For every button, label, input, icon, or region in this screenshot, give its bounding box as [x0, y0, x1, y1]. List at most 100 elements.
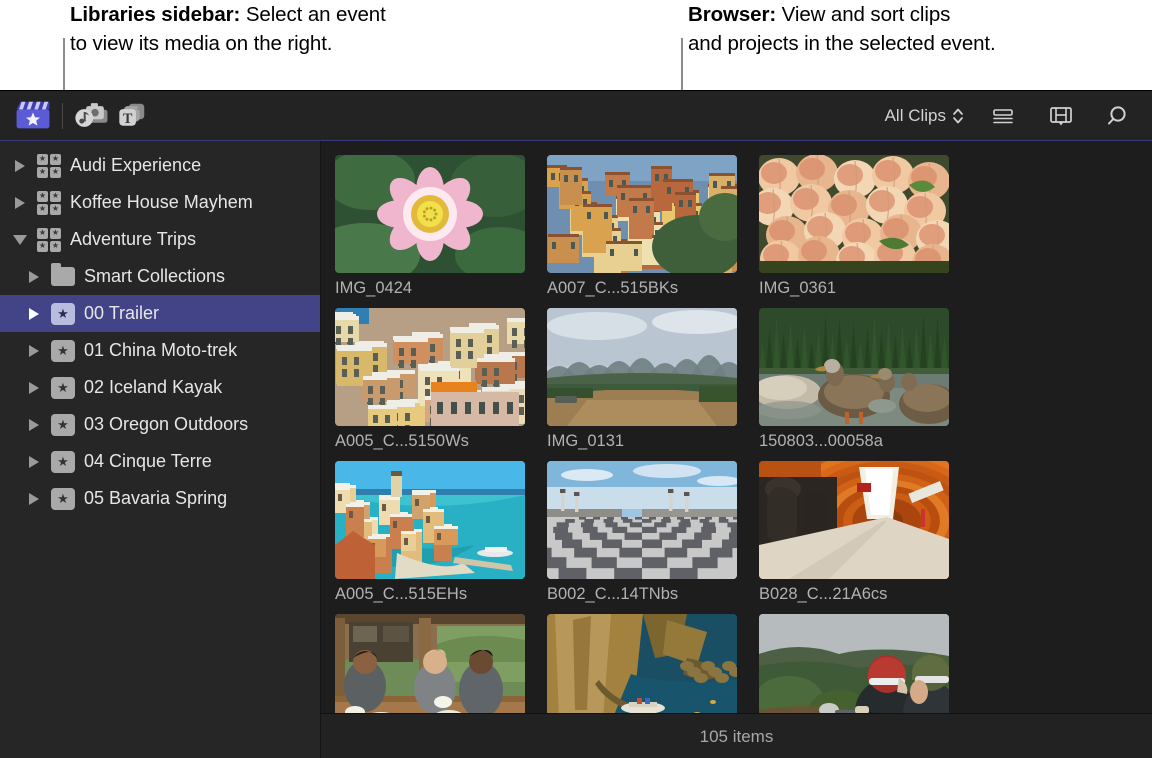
clip-item[interactable]: A005_C...5150Wt: [335, 614, 547, 713]
disclosure-triangle-closed-icon[interactable]: [20, 382, 48, 394]
clip-name-label: A007_C...515BKs: [547, 279, 759, 298]
toolbar-right-group: All Clips: [885, 99, 1138, 133]
event-star-glyph: ★: [51, 340, 75, 362]
clip-item[interactable]: IMG_0131: [547, 308, 759, 451]
clip-thumbnail[interactable]: [547, 614, 737, 713]
final-cut-pro-window: T All Clips: [0, 90, 1152, 758]
event-icon: ★: [48, 340, 78, 362]
clip-name-label: 150803...00058a: [759, 432, 971, 451]
callout-libraries-sidebar-bold: Libraries sidebar:: [70, 3, 240, 26]
clip-item[interactable]: IMG_0361: [759, 155, 971, 298]
clip-filter-popup[interactable]: All Clips: [885, 106, 964, 126]
sidebar-item-label: 01 China Moto-trek: [84, 340, 237, 361]
library-grid-glyph: ★★★★: [37, 154, 61, 178]
disclosure-triangle-closed-icon[interactable]: [20, 456, 48, 468]
titles-and-generators-button[interactable]: T: [111, 99, 149, 133]
leader-line-left: [63, 38, 65, 90]
sidebar-item-adventure-trips[interactable]: ★★★★Adventure Trips: [0, 221, 320, 258]
library-grid-glyph: ★★★★: [37, 191, 61, 215]
sidebar-item-koffee-house-mayhem[interactable]: ★★★★ Koffee House Mayhem: [0, 184, 320, 221]
disclosure-triangle-closed-icon[interactable]: [6, 160, 34, 172]
disclosure-triangle-closed-icon[interactable]: [20, 419, 48, 431]
clip-item[interactable]: A005_C...5150Ws: [335, 308, 547, 451]
filmstrip-view-button[interactable]: [1042, 99, 1080, 133]
clip-item[interactable]: IMG_0892: [759, 614, 971, 713]
sidebar-item-label: Adventure Trips: [70, 229, 196, 250]
disclosure-triangle-closed-icon[interactable]: [20, 493, 48, 505]
disclosure-triangle-closed-icon[interactable]: [6, 197, 34, 209]
library-star-cell: ★: [37, 204, 48, 215]
clip-item[interactable]: B028_C...21A6cs: [759, 461, 971, 604]
library-star-cell: ★: [37, 241, 48, 252]
triangle-glyph: [15, 197, 25, 209]
sidebar-item-label: 04 Cinque Terre: [84, 451, 212, 472]
list-view-icon: [990, 105, 1016, 127]
sidebar-item-02-iceland-kayak[interactable]: ★02 Iceland Kayak: [0, 369, 320, 406]
list-view-button[interactable]: [984, 99, 1022, 133]
folder-icon: [48, 267, 78, 286]
disclosure-triangle-closed-icon[interactable]: [20, 345, 48, 357]
clip-thumbnail[interactable]: [547, 461, 737, 579]
sidebar-item-01-china-moto-trek[interactable]: ★ 01 China Moto-trek: [0, 332, 320, 369]
sidebar-item-label: Smart Collections: [84, 266, 225, 287]
clip-item[interactable]: B002_C...14TNbs: [547, 461, 759, 604]
clip-thumbnail[interactable]: [547, 308, 737, 426]
sidebar-item-03-oregon-outdoors[interactable]: ★03 Oregon Outdoors: [0, 406, 320, 443]
sidebar-item-label: Koffee House Mayhem: [70, 192, 253, 213]
library-star-cell: ★: [37, 228, 48, 239]
clip-thumbnail[interactable]: [335, 308, 525, 426]
clip-thumbnail[interactable]: [547, 155, 737, 273]
libraries-button[interactable]: [14, 99, 52, 133]
sidebar-item-label: 05 Bavaria Spring: [84, 488, 227, 509]
library-star-cell: ★: [50, 204, 61, 215]
library-star-cell: ★: [50, 154, 61, 165]
library-icon: ★★★★: [34, 154, 64, 178]
search-button[interactable]: [1100, 99, 1138, 133]
clip-item[interactable]: 150803...00058a: [759, 308, 971, 451]
clip-item[interactable]: A007_C...515BKs: [547, 155, 759, 298]
clip-thumbnail[interactable]: [335, 461, 525, 579]
triangle-glyph: [29, 308, 39, 320]
sidebar-item-smart-collections[interactable]: Smart Collections: [0, 258, 320, 295]
triangle-glyph: [29, 382, 39, 394]
event-icon: ★: [48, 303, 78, 325]
clip-thumbnail[interactable]: [335, 155, 525, 273]
event-star-glyph: ★: [51, 451, 75, 473]
event-icon: ★: [48, 377, 78, 399]
sidebar-item-label: 00 Trailer: [84, 303, 159, 324]
sidebar-item-04-cinque-terre[interactable]: ★ 04 Cinque Terre: [0, 443, 320, 480]
clip-grid: IMG_0424A007_C...515BKsIMG_0361 A005_C...…: [321, 141, 1152, 713]
clip-name-label: IMG_0131: [547, 432, 759, 451]
library-star-cell: ★: [50, 228, 61, 239]
event-icon: ★: [48, 488, 78, 510]
chevron-up-down-icon: [952, 107, 964, 125]
sidebar-item-05-bavaria-spring[interactable]: ★ 05 Bavaria Spring: [0, 480, 320, 517]
library-star-cell: ★: [50, 167, 61, 178]
browser-status-bar: 105 items: [321, 713, 1152, 758]
clip-thumbnail[interactable]: [759, 155, 949, 273]
callout-browser: Browser: View and sort clips and project…: [688, 0, 1148, 58]
clip-thumbnail[interactable]: [335, 614, 525, 713]
clip-name-label: IMG_0424: [335, 279, 547, 298]
photos-audio-icon: [73, 99, 111, 132]
triangle-glyph: [29, 493, 39, 505]
disclosure-triangle-open-icon[interactable]: [6, 235, 34, 245]
library-star-cell: ★: [50, 241, 61, 252]
item-count-label: 105 items: [700, 727, 774, 747]
clip-thumbnail[interactable]: [759, 308, 949, 426]
disclosure-triangle-closed-icon[interactable]: [20, 271, 48, 283]
toolbar-left-group: T: [0, 99, 149, 133]
clip-thumbnail[interactable]: [759, 614, 949, 713]
disclosure-triangle-closed-icon[interactable]: [20, 308, 48, 320]
library-icon: ★★★★: [34, 191, 64, 215]
clip-thumbnail[interactable]: [759, 461, 949, 579]
sidebar-item-audi-experience[interactable]: ★★★★Audi Experience: [0, 147, 320, 184]
photos-and-audio-button[interactable]: [73, 99, 111, 133]
sidebar-item-label: Audi Experience: [70, 155, 201, 176]
clip-item[interactable]: A005_C...515EHs: [335, 461, 547, 604]
browser-toolbar: T All Clips: [0, 91, 1152, 141]
clip-item[interactable]: B003_C...12KLms: [547, 614, 759, 713]
sidebar-item-00-trailer[interactable]: ★ 00 Trailer: [0, 295, 320, 332]
toolbar-separator: [62, 103, 63, 129]
clip-item[interactable]: IMG_0424: [335, 155, 547, 298]
